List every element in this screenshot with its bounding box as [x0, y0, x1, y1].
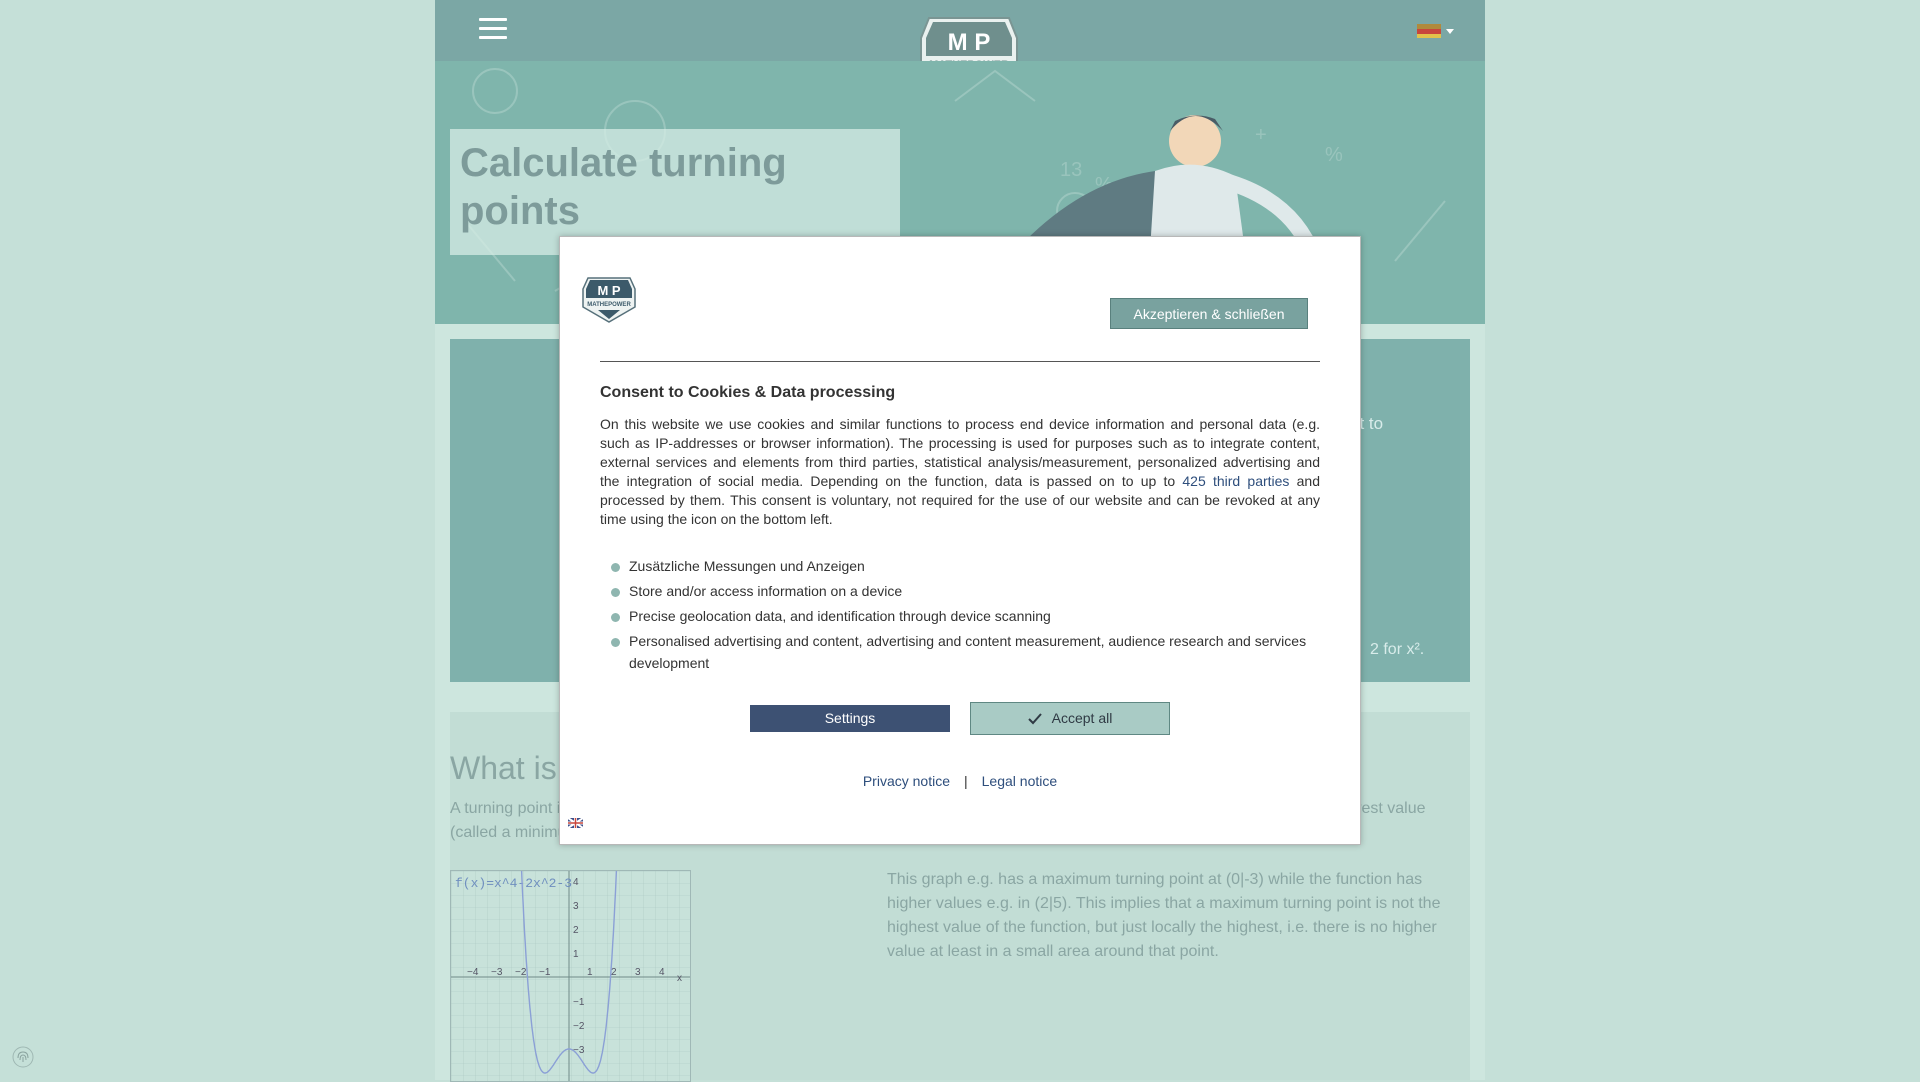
purpose-item: Store and/or access information on a dev…: [600, 580, 1320, 602]
graph-x-tick-label: 4: [659, 967, 665, 978]
section-heading: What is: [450, 750, 557, 786]
germany-flag-icon: [1417, 24, 1441, 38]
accept-all-button[interactable]: Accept all: [970, 702, 1170, 735]
bullet-icon: [611, 638, 620, 647]
graph-x-tick-label: −4: [467, 967, 479, 978]
accept-and-close-button[interactable]: Akzeptieren & schließen: [1110, 298, 1308, 329]
legal-notice-link[interactable]: Legal notice: [982, 773, 1058, 789]
graph-y-tick-label: −3: [573, 1045, 585, 1056]
consent-body: On this website we use cookies and simil…: [600, 416, 1321, 527]
graph-y-tick-label: 4: [573, 877, 579, 888]
svg-text:+: +: [1255, 124, 1267, 146]
bullet-icon: [611, 563, 620, 572]
graph-function-label: f(x)=x^4-2x^2-3: [455, 876, 572, 891]
bullet-icon: [611, 613, 620, 622]
chevron-down-icon: [1446, 29, 1454, 34]
top-navbar: M P MATHEPOWER: [435, 0, 1485, 98]
paragraph-line-start: A turning point i: [450, 800, 561, 817]
graph-y-tick-label: −1: [573, 997, 585, 1008]
cookie-consent-dialog: M P MATHEPOWER Akzeptieren & schließen C…: [559, 236, 1361, 845]
graph-x-tick-label: −2: [515, 967, 527, 978]
graph-x-tick-label: −1: [539, 967, 551, 978]
graph-y-tick-label: −2: [573, 1021, 585, 1032]
purpose-item: Personalised advertising and content, ad…: [600, 630, 1320, 674]
uk-flag-icon[interactable]: [568, 818, 583, 828]
settings-button[interactable]: Settings: [750, 705, 950, 732]
purposes-list: Zusätzliche Messungen und Anzeigen Store…: [600, 555, 1320, 677]
graph-y-tick-label: 3: [573, 901, 579, 912]
consent-title: Consent to Cookies & Data processing: [600, 384, 896, 401]
checkmark-icon: [1027, 713, 1042, 725]
example-text-fragment: 2 for x².: [1370, 641, 1425, 658]
paragraph-line-2: (called a minimu: [450, 824, 567, 841]
purpose-item: Zusätzliche Messungen und Anzeigen: [600, 555, 1320, 577]
svg-text:13: 13: [1060, 159, 1082, 181]
purpose-item: Precise geolocation data, and identifica…: [600, 605, 1320, 627]
divider: [600, 361, 1320, 362]
graph-x-tick-label: −3: [491, 967, 503, 978]
function-graph: f(x)=x^4-2x^2-3 −4 −3 −2 −1 1 2 3 4 4 3 2 1 −1 −2 −3 …: [450, 870, 691, 1082]
bullet-icon: [611, 588, 620, 597]
privacy-notice-link[interactable]: Privacy notice: [863, 773, 950, 789]
graph-x-tick-label: 3: [635, 967, 641, 978]
graph-y-tick-label: 2: [573, 925, 579, 936]
fingerprint-icon[interactable]: [12, 1046, 34, 1068]
svg-text:MATHEPOWER: MATHEPOWER: [587, 302, 631, 308]
language-dropdown[interactable]: [1417, 24, 1457, 40]
link-separator: |: [964, 773, 968, 789]
graph-x-tick-label: 1: [587, 967, 593, 978]
svg-text:%: %: [1325, 144, 1343, 166]
graph-description: This graph e.g. has a maximum turning po…: [887, 871, 1441, 960]
graph-x-axis-label: x: [677, 973, 682, 984]
third-parties-link[interactable]: 425 third parties: [1182, 473, 1289, 489]
consent-footer-links: Privacy notice | Legal notice: [560, 773, 1360, 789]
page-title: Calculate turning points: [460, 141, 787, 233]
mathepower-logo-small: M P MATHEPOWER: [582, 277, 636, 323]
svg-text:M P: M P: [948, 29, 991, 56]
graph-x-tick-label: 2: [611, 967, 617, 978]
graph-y-tick-label: 1: [573, 949, 579, 960]
hamburger-menu-icon[interactable]: [479, 18, 507, 42]
svg-text:M P: M P: [597, 283, 620, 298]
